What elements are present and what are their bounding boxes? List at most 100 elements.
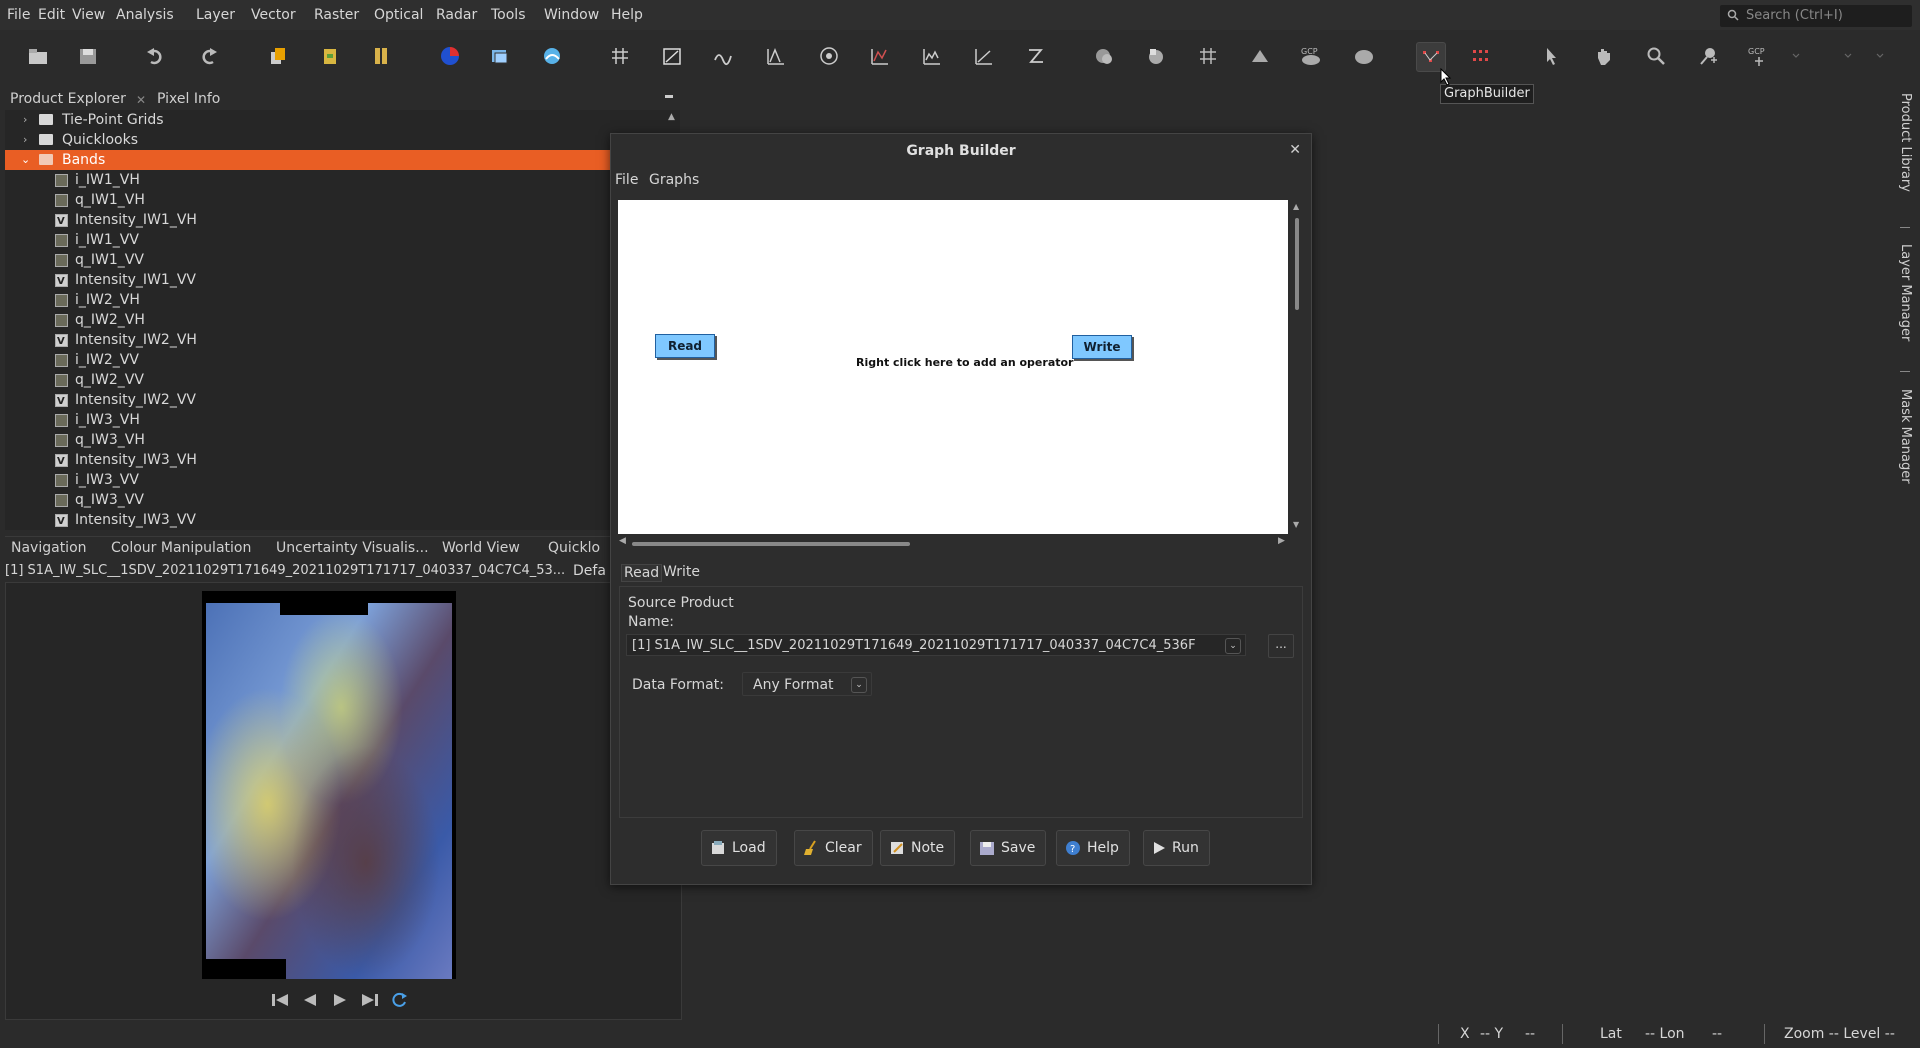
rail-product-library[interactable]: Product Library (1898, 93, 1913, 192)
rail-layer-manager[interactable]: Layer Manager (1898, 244, 1913, 341)
graph-canvas[interactable]: Read Write Right click here to add an op… (618, 200, 1288, 534)
last-icon[interactable] (360, 991, 380, 1011)
redo-icon[interactable] (194, 42, 222, 70)
chevron-left-icon[interactable]: ◀ (619, 536, 626, 546)
previous-icon[interactable] (300, 991, 320, 1011)
search-input[interactable]: Search (Ctrl+I) (1720, 5, 1912, 27)
product-grouping-icon[interactable] (316, 42, 344, 70)
menu-vector[interactable]: Vector (251, 7, 296, 23)
scatter-plot-icon[interactable] (970, 42, 998, 70)
spectrum-icon[interactable] (710, 42, 738, 70)
band-item[interactable]: q_IW3_VV (5, 490, 680, 510)
source-product-select[interactable]: [1] S1A_IW_SLC__1SDV_20211029T171649_202… (626, 634, 1246, 656)
histogram-icon[interactable] (762, 42, 790, 70)
band-item[interactable]: Intensity_IW1_VV (5, 270, 680, 292)
tab-pixel-info[interactable]: Pixel Info (157, 91, 220, 107)
band-item[interactable]: q_IW2_VV (5, 370, 680, 390)
gcp-tool-icon[interactable]: GCP (1298, 42, 1326, 70)
product-set-icon[interactable] (368, 42, 396, 70)
tree-folder-quicklooks[interactable]: › Quicklooks (5, 130, 680, 150)
band-item[interactable]: Intensity_IW2_VH (5, 330, 680, 352)
band-item[interactable]: q_IW1_VV (5, 250, 680, 270)
menu-gb-graphs[interactable]: Graphs (649, 172, 699, 188)
rail-mask-manager[interactable]: Mask Manager (1898, 389, 1913, 484)
browse-button[interactable]: ... (1268, 634, 1294, 658)
tab-write[interactable]: Write (663, 564, 700, 580)
select-tool-icon[interactable] (1538, 42, 1566, 70)
rgb-image-icon[interactable] (436, 42, 464, 70)
band-item[interactable]: i_IW2_VV (5, 350, 680, 370)
chevron-down-icon[interactable]: ▼ (1293, 520, 1299, 529)
band-item[interactable]: i_IW1_VV (5, 230, 680, 250)
band-item[interactable]: Intensity_IW1_VH (5, 210, 680, 232)
image-view-icon[interactable] (486, 42, 514, 70)
tab-uncertainty[interactable]: Uncertainty Visualis... (276, 540, 429, 556)
clear-button[interactable]: Clear (794, 830, 873, 866)
dropdown-chevron-icon[interactable] (1834, 42, 1862, 70)
chevron-right-icon[interactable]: ▶ (1278, 536, 1285, 546)
scroll-thumb[interactable] (1295, 218, 1299, 310)
save-product-icon[interactable] (74, 42, 102, 70)
band-item[interactable]: i_IW2_VH (5, 290, 680, 310)
statistics-icon[interactable] (866, 42, 894, 70)
tree-folder-tie-point-grids[interactable]: › Tie-Point Grids (5, 110, 680, 130)
save-button[interactable]: Save (970, 830, 1047, 866)
close-icon[interactable]: ✕ (136, 93, 146, 107)
minimize-icon[interactable] (665, 95, 673, 98)
chevron-up-icon[interactable]: ▲ (668, 112, 675, 122)
graticule-icon[interactable] (606, 42, 634, 70)
band-maths-icon[interactable] (658, 42, 686, 70)
pin-tool-icon[interactable] (1694, 42, 1722, 70)
chevron-down-icon[interactable]: ⌄ (21, 150, 30, 170)
scroll-thumb[interactable] (632, 542, 910, 546)
tab-read[interactable]: Read (621, 564, 663, 582)
batch-processing-icon[interactable] (1468, 42, 1496, 70)
menu-help[interactable]: Help (611, 7, 643, 23)
chevron-down-icon[interactable]: ⌄ (851, 677, 867, 693)
band-item[interactable]: Intensity_IW3_VV (5, 510, 680, 530)
tab-colour-manipulation[interactable]: Colour Manipulation (111, 540, 251, 556)
dropdown-chevron-icon[interactable] (1866, 42, 1894, 70)
mask-tool-1-icon[interactable] (1090, 42, 1118, 70)
help-button[interactable]: ? Help (1056, 830, 1130, 866)
zoom-tool-icon[interactable] (1642, 42, 1670, 70)
run-button[interactable]: Run (1143, 830, 1210, 866)
mask-tool-5-icon[interactable] (1350, 42, 1378, 70)
band-item[interactable]: Intensity_IW3_VH (5, 450, 680, 472)
product-library-icon[interactable] (264, 42, 292, 70)
data-format-select[interactable]: Any Format ⌄ (742, 672, 872, 696)
correlative-plot-icon[interactable] (1022, 42, 1050, 70)
mask-tool-4-icon[interactable] (1246, 42, 1274, 70)
load-button[interactable]: Load (701, 830, 777, 866)
vertical-scrollbar[interactable]: ▲ ▼ (1290, 200, 1304, 534)
next-icon[interactable] (330, 991, 350, 1011)
write-node[interactable]: Write (1072, 335, 1132, 359)
menu-analysis[interactable]: Analysis (116, 7, 174, 23)
chevron-right-icon[interactable]: › (23, 110, 27, 130)
band-item[interactable]: Intensity_IW2_VV (5, 390, 680, 412)
tab-quicklook[interactable]: Quicklo (548, 540, 600, 556)
menu-gb-file[interactable]: File (615, 172, 638, 188)
information-icon[interactable] (815, 42, 843, 70)
chevron-up-icon[interactable]: ▲ (1293, 202, 1299, 211)
read-node[interactable]: Read (655, 334, 715, 358)
tab-navigation[interactable]: Navigation (11, 540, 87, 556)
profile-plot-icon[interactable] (918, 42, 946, 70)
menu-edit[interactable]: Edit (38, 7, 65, 23)
menu-window[interactable]: Window (544, 7, 599, 23)
pan-tool-icon[interactable] (1590, 42, 1618, 70)
band-item[interactable]: q_IW2_VH (5, 310, 680, 330)
chevron-down-icon[interactable]: ⌄ (1225, 638, 1241, 654)
menu-layer[interactable]: Layer (196, 7, 235, 23)
tab-product-explorer[interactable]: Product Explorer (10, 91, 126, 107)
note-button[interactable]: Note (880, 830, 956, 866)
chevron-right-icon[interactable]: › (23, 130, 27, 150)
tab-world-view[interactable]: World View (442, 540, 520, 556)
band-item[interactable]: i_IW3_VH (5, 410, 680, 430)
horizontal-scrollbar[interactable]: ◀ ▶ (618, 536, 1288, 550)
world-wind-icon[interactable] (538, 42, 566, 70)
menu-radar[interactable]: Radar (436, 7, 477, 23)
menu-optical[interactable]: Optical (374, 7, 423, 23)
menu-raster[interactable]: Raster (314, 7, 359, 23)
open-product-icon[interactable] (24, 42, 52, 70)
